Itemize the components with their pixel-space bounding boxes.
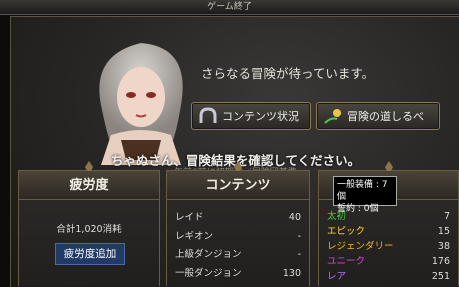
row-value: 38: [437, 241, 450, 252]
row-label: レジェンダリー: [327, 241, 394, 252]
contents-row-raid: レイド 40: [175, 209, 301, 228]
row-label: 上級ダンジョン: [175, 249, 242, 260]
row-value: 7: [443, 211, 450, 222]
contents-title: コンテンツ: [167, 171, 309, 200]
window-titlebar: ゲーム終了: [0, 0, 459, 15]
contents-status-button[interactable]: コンテンツ状況: [191, 102, 311, 130]
row-value: 40: [288, 212, 301, 223]
item-tooltip: 一般装備 : 7個 誓約 : 0個: [333, 176, 397, 214]
row-label: エピック: [327, 226, 366, 237]
row-value: 15: [437, 226, 450, 237]
contents-status-label: コンテンツ状況: [222, 110, 299, 123]
contents-row-advanced-dungeon: 上級ダンジョン -: [175, 246, 301, 265]
fatigue-consumption: 合計1,020消耗: [56, 224, 122, 235]
contents-row-legion: レギオン -: [175, 228, 301, 247]
contents-row-normal-dungeon: 一般ダンジョン 130: [175, 265, 301, 284]
horseshoe-icon: [199, 107, 217, 123]
row-label: レギオン: [175, 230, 214, 242]
tooltip-line: 誓約 : 0個: [337, 204, 379, 214]
add-fatigue-button[interactable]: 疲労度追加: [55, 243, 125, 265]
character-portrait: [99, 43, 183, 165]
row-label: レア: [327, 271, 347, 282]
row-label: レイド: [175, 212, 204, 223]
contents-box: コンテンツ レイド 40 レギオン - 上級ダンジョン - 一般ダンジョン 13…: [166, 161, 310, 286]
rarity-row-rare: レア 251: [327, 269, 450, 284]
row-label: ユニーク: [327, 256, 366, 267]
rarity-row-legendary: レジェンダリー 38: [327, 239, 450, 254]
window-title: ゲーム終了: [207, 2, 252, 12]
map-pin-icon: [324, 109, 341, 124]
row-value: -: [297, 230, 301, 242]
rarity-row-epic: エピック 15: [327, 224, 450, 239]
row-value: 130: [282, 267, 301, 279]
fatigue-box: 疲労度 合計1,020消耗 疲労度追加: [18, 161, 160, 286]
row-label: 一般ダンジョン: [175, 267, 242, 279]
row-value: 176: [431, 256, 450, 267]
adventure-road-label: 冒険の道しるべ: [347, 110, 424, 123]
fatigue-title: 疲労度: [19, 171, 159, 200]
adventure-road-button[interactable]: 冒険の道しるべ: [316, 102, 440, 130]
row-value: 251: [431, 271, 450, 282]
tooltip-line: 一般装備 : 7個: [337, 180, 388, 202]
rarity-row-unique: ユニーク 176: [327, 254, 450, 269]
banner-text: さらなる冒険が待っています。: [201, 66, 375, 81]
row-value: -: [297, 249, 301, 260]
